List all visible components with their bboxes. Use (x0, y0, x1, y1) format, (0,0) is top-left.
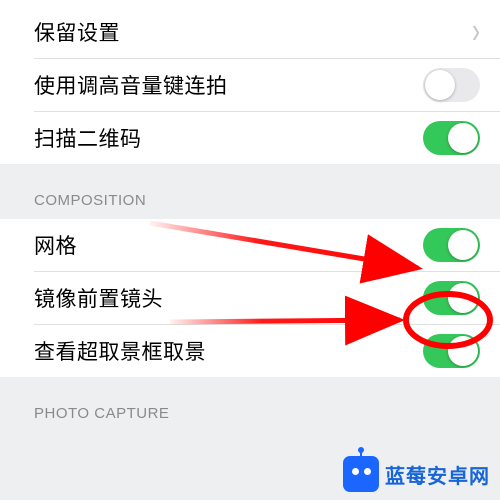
row-label: 保留设置 (34, 17, 472, 47)
row-grid[interactable]: 网格 (0, 219, 500, 271)
toggle-volume-burst[interactable] (423, 68, 480, 102)
section-header-photo-capture: PHOTO CAPTURE (0, 377, 500, 432)
row-label: 查看超取景框取景 (34, 336, 423, 366)
robot-icon (343, 456, 379, 492)
settings-group-1: 保留设置 › 使用调高音量键连拍 扫描二维码 (0, 0, 500, 164)
row-label: 使用调高音量键连拍 (34, 70, 423, 100)
toggle-view-outside-frame[interactable] (423, 334, 480, 368)
row-label: 扫描二维码 (34, 123, 423, 153)
toggle-grid[interactable] (423, 228, 480, 262)
toggle-scan-qr[interactable] (423, 121, 480, 155)
row-scan-qr[interactable]: 扫描二维码 (0, 112, 500, 164)
row-label: 网格 (34, 230, 423, 260)
settings-group-composition: 网格 镜像前置镜头 查看超取景框取景 (0, 219, 500, 377)
row-view-outside-frame[interactable]: 查看超取景框取景 (0, 325, 500, 377)
toggle-mirror-front-camera[interactable] (423, 281, 480, 315)
row-label: 镜像前置镜头 (34, 283, 423, 313)
row-mirror-front-camera[interactable]: 镜像前置镜头 (0, 272, 500, 324)
watermark: 蓝莓安卓网 (343, 456, 490, 492)
row-volume-burst[interactable]: 使用调高音量键连拍 (0, 59, 500, 111)
watermark-text: 蓝莓安卓网 (385, 460, 490, 489)
chevron-right-icon: › (472, 11, 480, 53)
section-header-composition: COMPOSITION (0, 164, 500, 219)
row-preserve-settings[interactable]: 保留设置 › (0, 6, 500, 58)
